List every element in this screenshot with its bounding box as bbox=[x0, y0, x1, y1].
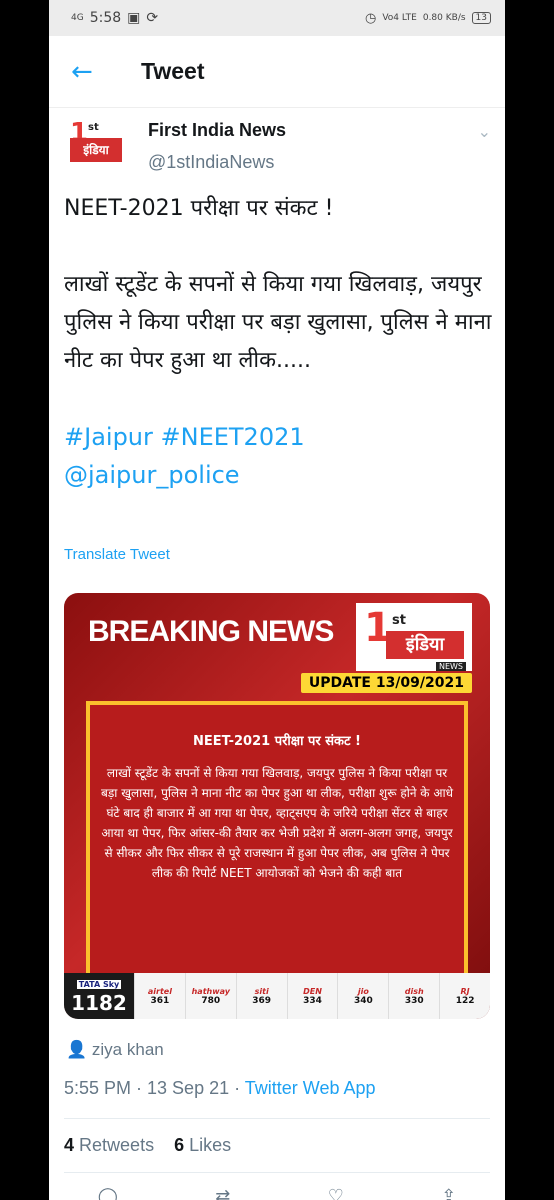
image-credit[interactable]: 👤 ziya khan bbox=[66, 1040, 164, 1060]
update-badge: UPDATE 13/09/2021 bbox=[300, 673, 472, 693]
channel-item: airtel 361 bbox=[134, 973, 185, 1019]
person-icon: 👤 bbox=[66, 1040, 88, 1059]
author-name[interactable]: First India News bbox=[148, 120, 286, 141]
channel-item: hathway 780 bbox=[184, 973, 236, 1019]
tweet-line-2: लाखों स्टूडेंट के सपनों से किया गया खिलव… bbox=[64, 272, 492, 373]
hashtags-link[interactable]: #Jaipur #NEET2021 bbox=[64, 418, 494, 456]
channel-item: DEN 334 bbox=[286, 973, 338, 1019]
share-icon[interactable]: ⇪ bbox=[441, 1186, 456, 1200]
author-handle[interactable]: @1stIndiaNews bbox=[148, 152, 274, 173]
battery-icon: 13 bbox=[471, 12, 491, 24]
tweet-timestamp: 5:55 PM · 13 Sep 21 · Twitter Web App bbox=[64, 1078, 376, 1098]
speed-indicator: 0.80 KB/s bbox=[422, 13, 466, 23]
likes-stat[interactable]: 6 Likes bbox=[174, 1135, 231, 1155]
channel-item: RJ 122 bbox=[439, 973, 490, 1019]
panel-text: लाखों स्टूडेंट के सपनों से किया गया खिलव… bbox=[101, 766, 453, 880]
alarm-icon: ◷ bbox=[364, 10, 377, 26]
retweet-icon[interactable]: ⇄ bbox=[215, 1186, 230, 1200]
channel-logo: 1 st इंडिया NEWS bbox=[356, 603, 472, 671]
panel-title: NEET-2021 परीक्षा पर संकट ! bbox=[193, 734, 361, 749]
avatar[interactable]: 1 st इंडिया bbox=[66, 116, 130, 168]
page-title: Tweet bbox=[141, 58, 205, 84]
divider bbox=[64, 1172, 490, 1173]
volte-indicator: Vo4 LTE bbox=[382, 13, 417, 23]
channel-item: dish 330 bbox=[388, 973, 439, 1019]
tweet-image[interactable]: BREAKING NEWS 1 st इंडिया NEWS UPDATE 13… bbox=[64, 593, 490, 1019]
action-bar: ◯ ⇄ ♡ ⇪ bbox=[49, 1186, 505, 1200]
tweet-text: NEET-2021 परीक्षा पर संकट ! लाखों स्टूडे… bbox=[64, 190, 494, 494]
tweet-line-1: NEET-2021 परीक्षा पर संकट ! bbox=[64, 196, 334, 221]
chevron-down-icon[interactable]: ⌄ bbox=[478, 122, 491, 141]
top-bar: ← Tweet bbox=[49, 36, 505, 108]
mention-link[interactable]: @jaipur_police bbox=[64, 456, 494, 494]
channel-item: jio 340 bbox=[337, 973, 388, 1019]
source-app-link[interactable]: Twitter Web App bbox=[245, 1078, 376, 1098]
retweets-stat[interactable]: 4 Retweets bbox=[64, 1135, 154, 1155]
tweet-author[interactable]: 1 st इंडिया First India News @1stIndiaNe… bbox=[49, 108, 505, 192]
tata-sky-channel: TATA Sky 1182 bbox=[64, 973, 134, 1019]
breaking-news-headline: BREAKING NEWS bbox=[88, 615, 334, 648]
sync-icon: ⟳ bbox=[146, 10, 159, 26]
back-arrow-icon[interactable]: ← bbox=[71, 57, 121, 87]
notification-icon: ▣ bbox=[127, 10, 141, 26]
status-time: 5:58 bbox=[89, 10, 122, 26]
reply-icon[interactable]: ◯ bbox=[98, 1186, 118, 1200]
channel-item: siti 369 bbox=[235, 973, 287, 1019]
divider bbox=[64, 1118, 490, 1119]
news-panel: NEET-2021 परीक्षा पर संकट ! लाखों स्टूडे… bbox=[86, 701, 468, 979]
channel-ticker: TATA Sky 1182 airtel 361 hathway 780 siti 3… bbox=[64, 973, 490, 1019]
status-bar: 4G 5:58 ▣ ⟳ ◷ Vo4 LTE 0.80 KB/s 13 bbox=[49, 0, 505, 36]
like-icon[interactable]: ♡ bbox=[328, 1186, 344, 1200]
tweet-stats: 4 Retweets 6 Likes bbox=[64, 1135, 231, 1156]
phone-screen: 4G 5:58 ▣ ⟳ ◷ Vo4 LTE 0.80 KB/s 13 ← Twe… bbox=[49, 0, 505, 1200]
translate-tweet-link[interactable]: Translate Tweet bbox=[64, 546, 170, 563]
network-indicator: 4G bbox=[71, 12, 84, 23]
